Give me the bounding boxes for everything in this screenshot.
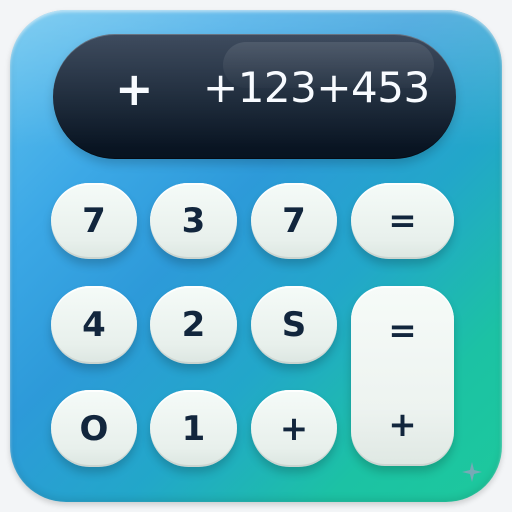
key-label-1: 1 xyxy=(181,408,206,449)
tall-key-bottom-label: + xyxy=(388,405,417,445)
key-1[interactable]: 1 xyxy=(150,390,237,467)
key-7[interactable]: 7 xyxy=(51,183,137,259)
key-label-3: 3 xyxy=(181,201,206,241)
key-label-equals-top: = xyxy=(388,201,417,241)
key-equals-top[interactable]: = xyxy=(351,183,454,259)
key-4[interactable]: 4 xyxy=(51,286,137,364)
key-label-7-secondary: 7 xyxy=(282,201,306,241)
key-label-2: 2 xyxy=(181,305,206,345)
key-plus[interactable]: + xyxy=(251,390,337,467)
key-equals-plus-tall[interactable]: = + xyxy=(351,286,454,466)
calculator-display: + +123+453 xyxy=(53,34,456,159)
tall-key-top-label: = xyxy=(388,311,417,351)
key-label-4: 4 xyxy=(82,305,106,345)
key-s[interactable]: S xyxy=(251,286,337,364)
key-2[interactable]: 2 xyxy=(150,286,237,364)
sparkle-icon xyxy=(462,462,482,482)
display-sign: + xyxy=(115,62,154,116)
display-expression: +123+453 xyxy=(203,63,430,112)
key-label-o: O xyxy=(79,408,109,449)
key-o[interactable]: O xyxy=(51,390,137,467)
calculator-app-icon: + +123+453 7 3 7 = 4 2 S O 1 + = + xyxy=(10,10,502,502)
key-label-7: 7 xyxy=(82,201,106,241)
key-label-plus: + xyxy=(279,408,309,449)
key-7-secondary[interactable]: 7 xyxy=(251,183,337,259)
key-label-s: S xyxy=(281,305,307,345)
key-3[interactable]: 3 xyxy=(150,183,237,259)
